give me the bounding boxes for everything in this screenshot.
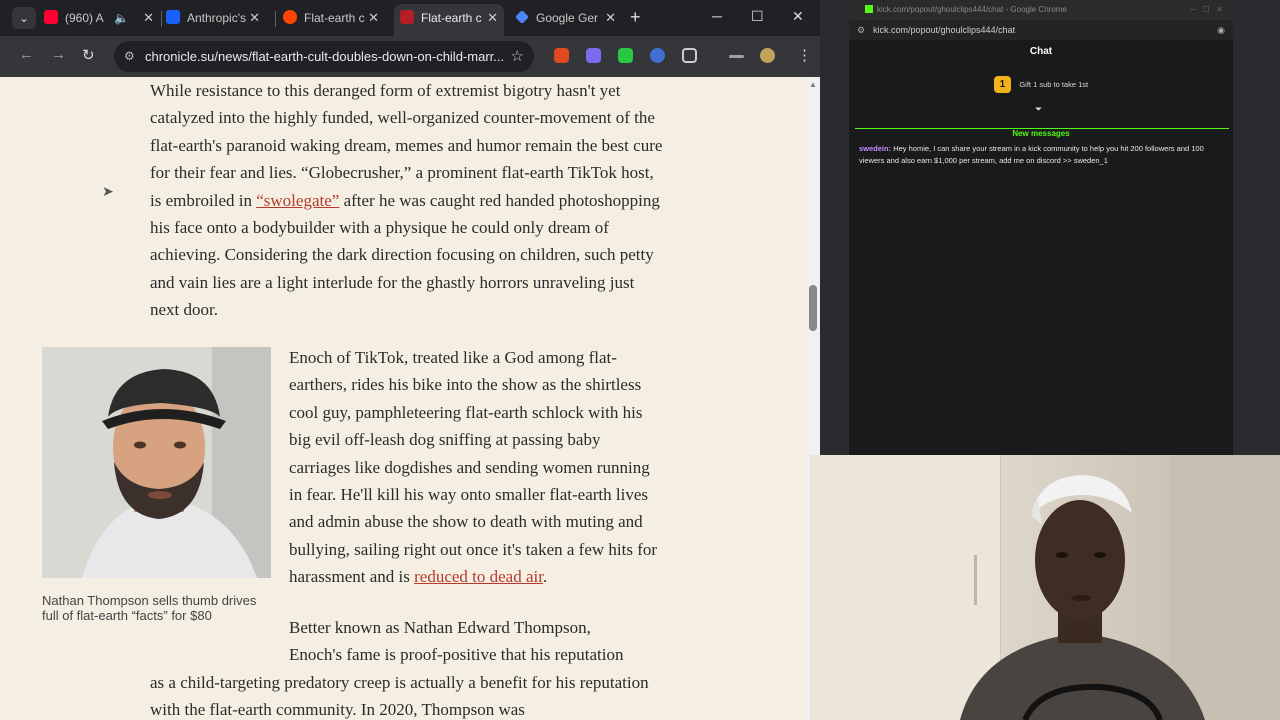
kick-icon xyxy=(865,5,873,13)
close-window-button[interactable]: ✕ xyxy=(792,8,804,25)
article-paragraph: Enoch of TikTok, treated like a God amon… xyxy=(289,348,658,587)
article-photo xyxy=(42,347,271,578)
site-info-icon[interactable]: ⚙ xyxy=(124,41,135,72)
tab-anthropic[interactable]: Anthropic's ✕ xyxy=(166,4,266,32)
address-text: chronicle.su/news/flat-earth-cult-double… xyxy=(145,49,505,64)
extensions-puzzle-icon[interactable] xyxy=(682,48,697,63)
close-tab-icon[interactable]: ✕ xyxy=(143,4,154,32)
close-tab-icon[interactable]: ✕ xyxy=(368,4,379,32)
tab-label: Google Ger xyxy=(536,11,599,25)
new-tab-button[interactable]: + xyxy=(630,7,641,27)
business-insider-icon xyxy=(166,10,180,24)
chronicle-icon xyxy=(400,10,414,24)
chat-message-text: Hey homie, I can share your stream in a … xyxy=(859,144,1204,165)
close-tab-icon[interactable]: ✕ xyxy=(487,4,498,32)
extension-icon[interactable] xyxy=(586,48,601,63)
photo-caption: Nathan Thompson sells thumb drives full … xyxy=(42,593,257,623)
article-paragraph: as a child-targeting predatory creep is … xyxy=(150,673,649,720)
gemini-icon xyxy=(515,10,529,24)
tune-icon: ⚙ xyxy=(857,25,866,35)
collapse-chevron-icon[interactable]: ⏷ xyxy=(1035,104,1042,115)
streamer-webcam-image xyxy=(810,455,1280,720)
swolegate-link[interactable]: “swolegate” xyxy=(256,191,339,210)
menu-kebab-icon[interactable]: ⋮ xyxy=(797,46,812,64)
chat-popout-window: kick.com/popout/ghoulclips444/chat - Goo… xyxy=(849,0,1233,455)
chat-username[interactable]: swedein xyxy=(859,144,889,153)
tab-label: Anthropic's xyxy=(187,11,246,25)
bookmark-star-icon[interactable]: ☆ xyxy=(511,41,524,72)
tab-search-button[interactable]: ⌄ xyxy=(12,7,36,29)
rank-badge: 1 xyxy=(993,76,1011,94)
extension-icon[interactable] xyxy=(618,48,633,63)
window-controls[interactable]: ─ ☐ ✕ xyxy=(1190,0,1223,20)
minimize-button[interactable]: ─ xyxy=(712,8,722,24)
close-tab-icon[interactable]: ✕ xyxy=(249,4,260,32)
chat-heading: Chat xyxy=(1029,46,1053,57)
tab-reddit[interactable]: Flat-earth c ✕ xyxy=(283,4,385,32)
gift-text: Gift 1 sub to take 1st xyxy=(1019,80,1089,90)
article-paragraph: While resistance to this deranged form o… xyxy=(150,81,663,320)
tab-flat-earth-active[interactable]: Flat-earth c ✕ xyxy=(394,4,504,36)
profile-avatar[interactable] xyxy=(760,48,775,63)
back-icon[interactable]: ← xyxy=(19,46,34,63)
chat-url-bar[interactable]: ⚙ kick.com/popout/ghoulclips444/chat ◉ xyxy=(849,20,1233,40)
mouse-cursor-icon: ➤ xyxy=(102,183,114,199)
forward-icon[interactable]: → xyxy=(51,46,66,63)
article-page: ➤ While resistance to this deranged form… xyxy=(0,77,806,720)
close-tab-icon[interactable]: ✕ xyxy=(605,4,616,32)
new-messages-label: New messages xyxy=(1004,129,1078,138)
tab-label: Flat-earth c xyxy=(421,11,482,25)
dead-air-link[interactable]: reduced to dead air xyxy=(414,567,543,586)
tab-google-gemini[interactable]: Google Ger ✕ xyxy=(515,4,622,32)
tab-strip: ⌄ (960) A 🔈 ✕ Anthropic's ✕ Flat-earth c… xyxy=(0,0,820,36)
chat-message: swedein: Hey homie, I can share your str… xyxy=(859,144,1204,165)
chat-window-title: kick.com/popout/ghoulclips444/chat - Goo… xyxy=(849,0,1233,20)
speaker-icon[interactable]: 🔈 xyxy=(114,4,129,32)
scrollbar-thumb[interactable] xyxy=(809,285,817,331)
scroll-up-icon[interactable]: ▲ xyxy=(809,80,817,89)
webcam-overlay xyxy=(810,455,1280,720)
maximize-button[interactable]: ☐ xyxy=(751,8,764,25)
extension-icon[interactable] xyxy=(554,48,569,63)
gift-leaderboard[interactable]: 1 Gift 1 sub to take 1st xyxy=(849,76,1233,94)
article-paragraph: Better known as Nathan Edward Thompson, … xyxy=(289,618,624,665)
portrait-image xyxy=(42,347,271,578)
reload-icon[interactable]: ↻ xyxy=(82,46,95,64)
browser-window: ⌄ (960) A 🔈 ✕ Anthropic's ✕ Flat-earth c… xyxy=(0,0,820,720)
extension-icon[interactable] xyxy=(650,48,665,63)
browser-toolbar: ← → ↻ ⚙ chronicle.su/news/flat-earth-cul… xyxy=(0,36,820,77)
desktop-background xyxy=(1233,0,1280,455)
tab-label: Flat-earth c xyxy=(304,11,365,25)
reddit-icon xyxy=(283,10,297,24)
tab-youtube[interactable]: (960) A 🔈 ✕ xyxy=(44,4,160,32)
tab-label: (960) A xyxy=(65,11,104,25)
address-bar[interactable]: ⚙ chronicle.su/news/flat-earth-cult-doub… xyxy=(114,41,534,72)
youtube-icon xyxy=(44,10,58,24)
media-controls-icon[interactable] xyxy=(729,55,744,58)
eye-off-icon[interactable]: ◉ xyxy=(1217,20,1225,40)
